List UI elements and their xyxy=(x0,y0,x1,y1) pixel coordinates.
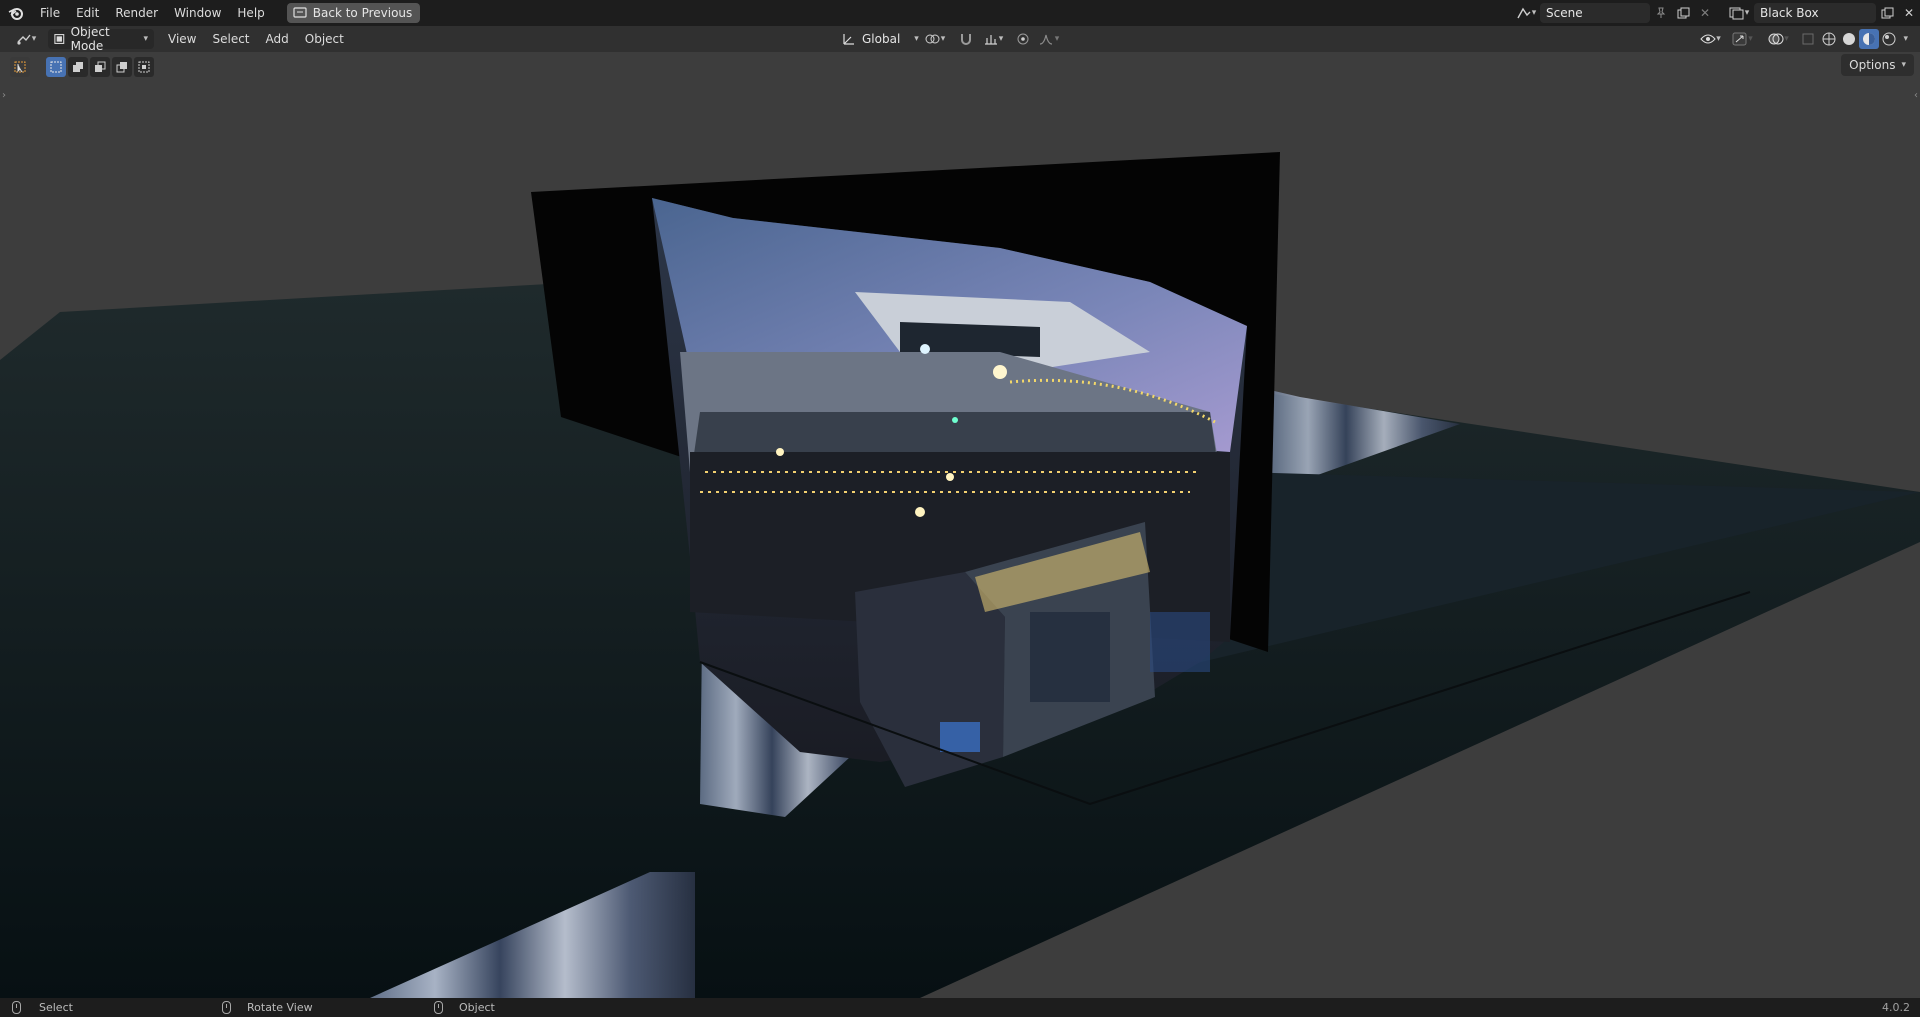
options-dropdown[interactable]: Options ▾ xyxy=(1841,54,1914,76)
back-to-previous-button[interactable]: Back to Previous xyxy=(286,3,421,23)
transform-orientation-dropdown[interactable]: Global ▾ xyxy=(836,29,925,49)
proportional-editing-icon[interactable] xyxy=(1012,29,1034,49)
mouse-left-icon xyxy=(12,1001,21,1014)
delete-scene-icon[interactable]: ✕ xyxy=(1694,3,1716,23)
scene-selector-icon[interactable]: ▾ xyxy=(1512,3,1540,23)
view-layer-name: Black Box xyxy=(1760,6,1819,20)
invert-selection-icon[interactable] xyxy=(112,57,132,77)
status-object-label: Object xyxy=(459,1001,495,1014)
new-view-layer-icon[interactable] xyxy=(1876,3,1898,23)
version-label: 4.0.2 xyxy=(1882,1001,1910,1014)
subtract-selection-icon[interactable] xyxy=(90,57,110,77)
menu-view[interactable]: View xyxy=(160,29,204,49)
orientation-icon xyxy=(843,34,854,45)
scene-name: Scene xyxy=(1546,6,1583,20)
viewport-shading-controls: ▾ ▾ ▾ ▾ xyxy=(1695,29,1908,49)
status-select: Select xyxy=(12,1001,73,1014)
mode-dropdown[interactable]: Object Mode ▾ xyxy=(48,25,154,53)
select-box-tool-icon[interactable] xyxy=(10,57,30,77)
snap-target-icon[interactable]: ▾ xyxy=(978,29,1008,49)
menu-object[interactable]: Object xyxy=(297,29,352,49)
snap-toggle-icon[interactable] xyxy=(955,29,977,49)
status-object: Object xyxy=(434,1001,495,1014)
extend-selection-icon[interactable] xyxy=(68,57,88,77)
menu-select[interactable]: Select xyxy=(204,29,257,49)
overlays-icon[interactable]: ▾ xyxy=(1759,29,1797,49)
rendered-shading-icon[interactable] xyxy=(1879,29,1899,49)
scene-render xyxy=(0,152,1920,998)
shading-options-chevron-icon[interactable]: ▾ xyxy=(1903,34,1908,44)
menu-render[interactable]: Render xyxy=(107,3,166,23)
editor-type-icon[interactable]: ▾ xyxy=(8,29,44,49)
pivot-point-icon[interactable]: ▾ xyxy=(920,29,950,49)
sidebar-expand-arrow-icon[interactable]: ‹ xyxy=(1914,90,1918,101)
solid-shading-icon[interactable] xyxy=(1839,29,1859,49)
top-right-controls: ▾ Scene ✕ ▾ Black Box ✕ xyxy=(1512,0,1920,26)
chevron-down-icon: ▾ xyxy=(914,34,919,44)
xray-icon[interactable] xyxy=(1797,29,1819,49)
pin-icon[interactable] xyxy=(1650,3,1672,23)
material-preview-shading-icon[interactable] xyxy=(1859,29,1880,49)
menu-window[interactable]: Window xyxy=(166,3,229,23)
mouse-middle-icon xyxy=(222,1001,231,1014)
screen-icon xyxy=(293,7,307,18)
view-layer-selector-icon[interactable]: ▾ xyxy=(1724,3,1754,23)
orientation-label: Global xyxy=(862,32,901,46)
menu-edit[interactable]: Edit xyxy=(68,3,107,23)
menu-add[interactable]: Add xyxy=(258,29,297,49)
menu-file[interactable]: File xyxy=(32,3,68,23)
3d-viewport[interactable]: › ‹ Options ▾ xyxy=(0,52,1920,998)
object-mode-icon xyxy=(54,34,65,44)
view-layer-name-field[interactable]: Black Box xyxy=(1754,3,1876,23)
chevron-down-icon: ▾ xyxy=(1901,60,1906,70)
menu-help[interactable]: Help xyxy=(229,3,272,23)
mode-label: Object Mode xyxy=(70,25,110,53)
visibility-icon[interactable]: ▾ xyxy=(1695,29,1725,49)
new-scene-icon[interactable] xyxy=(1672,3,1694,23)
toolbar-expand-arrow-icon[interactable]: › xyxy=(2,90,6,101)
scene-name-field[interactable]: Scene xyxy=(1540,3,1650,23)
blender-logo-icon[interactable] xyxy=(0,6,32,20)
select-mode-toolbar xyxy=(10,56,154,78)
intersect-selection-icon[interactable] xyxy=(134,57,154,77)
chevron-down-icon: ▾ xyxy=(143,34,148,44)
gizmo-icon[interactable]: ▾ xyxy=(1725,29,1759,49)
mouse-right-icon xyxy=(434,1001,443,1014)
wireframe-shading-icon[interactable] xyxy=(1819,29,1839,49)
status-rotate-label: Rotate View xyxy=(247,1001,313,1014)
status-select-label: Select xyxy=(39,1001,73,1014)
back-to-previous-label: Back to Previous xyxy=(312,6,413,20)
delete-view-layer-icon[interactable]: ✕ xyxy=(1898,3,1920,23)
status-rotate: Rotate View xyxy=(222,1001,313,1014)
top-bar: File Edit Render Window Help Back to Pre… xyxy=(0,0,1920,26)
set-new-selection-icon[interactable] xyxy=(46,57,66,77)
status-bar: Select Rotate View Object 4.0.2 xyxy=(0,998,1920,1017)
falloff-icon[interactable]: ▾ xyxy=(1034,29,1064,49)
options-label: Options xyxy=(1849,58,1896,72)
viewport-header: ▾ Object Mode ▾ View Select Add Object G… xyxy=(0,25,1920,53)
